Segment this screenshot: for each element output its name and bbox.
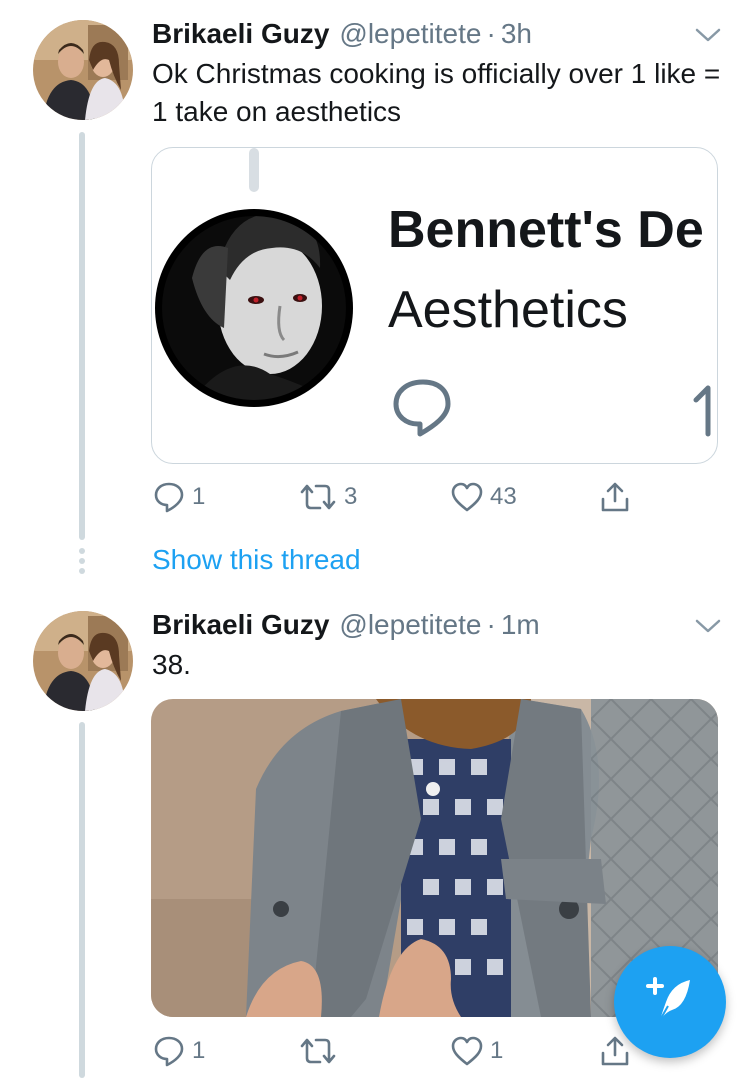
avatar-photo bbox=[33, 611, 133, 711]
thread-line-bottom bbox=[79, 722, 85, 1078]
share-button[interactable] bbox=[598, 480, 632, 514]
author-handle[interactable]: @lepetitete bbox=[339, 609, 481, 641]
share-icon bbox=[598, 1034, 632, 1068]
separator: · bbox=[486, 18, 496, 49]
compose-tweet-icon bbox=[642, 972, 698, 1033]
reply-count: 1 bbox=[192, 1037, 206, 1064]
share-icon bbox=[598, 480, 632, 514]
chevron-down-icon[interactable] bbox=[694, 26, 722, 44]
reply-button[interactable]: 1 bbox=[152, 480, 205, 514]
reply-count: 1 bbox=[192, 483, 206, 510]
avatar[interactable] bbox=[33, 611, 133, 711]
retweet-button[interactable]: 3 bbox=[298, 480, 357, 514]
like-count: 43 bbox=[490, 483, 517, 510]
author-name[interactable]: Brikaeli Guzy bbox=[152, 18, 329, 50]
avatar-photo bbox=[33, 20, 133, 120]
like-button[interactable]: 43 bbox=[450, 480, 517, 514]
like-button[interactable]: 1 bbox=[450, 1034, 503, 1068]
embedded-reply-icon bbox=[390, 376, 456, 443]
heart-icon bbox=[450, 1034, 484, 1068]
avatar[interactable] bbox=[33, 20, 133, 120]
tweet-header: Brikaeli Guzy @lepetitete · 1m bbox=[152, 609, 540, 645]
tweet-header: Brikaeli Guzy @lepetitete · 3h bbox=[152, 18, 532, 54]
like-count: 1 bbox=[490, 1037, 504, 1064]
chevron-down-icon[interactable] bbox=[694, 617, 722, 635]
thread-line-top bbox=[79, 132, 85, 540]
retweet-count: 3 bbox=[344, 483, 358, 510]
compose-tweet-button[interactable] bbox=[614, 946, 726, 1058]
reply-icon bbox=[152, 480, 186, 514]
separator: · bbox=[486, 609, 496, 640]
embedded-share-icon bbox=[692, 384, 717, 443]
retweet-icon bbox=[298, 480, 338, 514]
show-thread-link[interactable]: Show this thread bbox=[152, 544, 361, 576]
retweet-icon bbox=[298, 1034, 338, 1068]
embedded-media-card[interactable]: Bennett's De Aesthetics bbox=[151, 147, 718, 464]
embedded-title: Bennett's De bbox=[388, 201, 704, 259]
reply-icon bbox=[152, 1034, 186, 1068]
heart-icon bbox=[450, 480, 484, 514]
reply-button[interactable]: 1 bbox=[152, 1034, 205, 1068]
tweet-text: 38. bbox=[152, 649, 191, 680]
tweet-text: Ok Christmas cooking is officially over … bbox=[152, 58, 721, 127]
tweet-actions: 1 3 43 bbox=[152, 480, 712, 514]
retweet-button[interactable] bbox=[298, 1034, 344, 1068]
thread-gap-dots bbox=[79, 548, 85, 578]
embedded-subtitle: Aesthetics bbox=[388, 281, 628, 339]
author-name[interactable]: Brikaeli Guzy bbox=[152, 609, 329, 641]
timestamp[interactable]: 3h bbox=[501, 18, 532, 50]
share-button[interactable] bbox=[598, 1034, 632, 1068]
author-handle[interactable]: @lepetitete bbox=[339, 18, 481, 50]
timestamp[interactable]: 1m bbox=[501, 609, 540, 641]
